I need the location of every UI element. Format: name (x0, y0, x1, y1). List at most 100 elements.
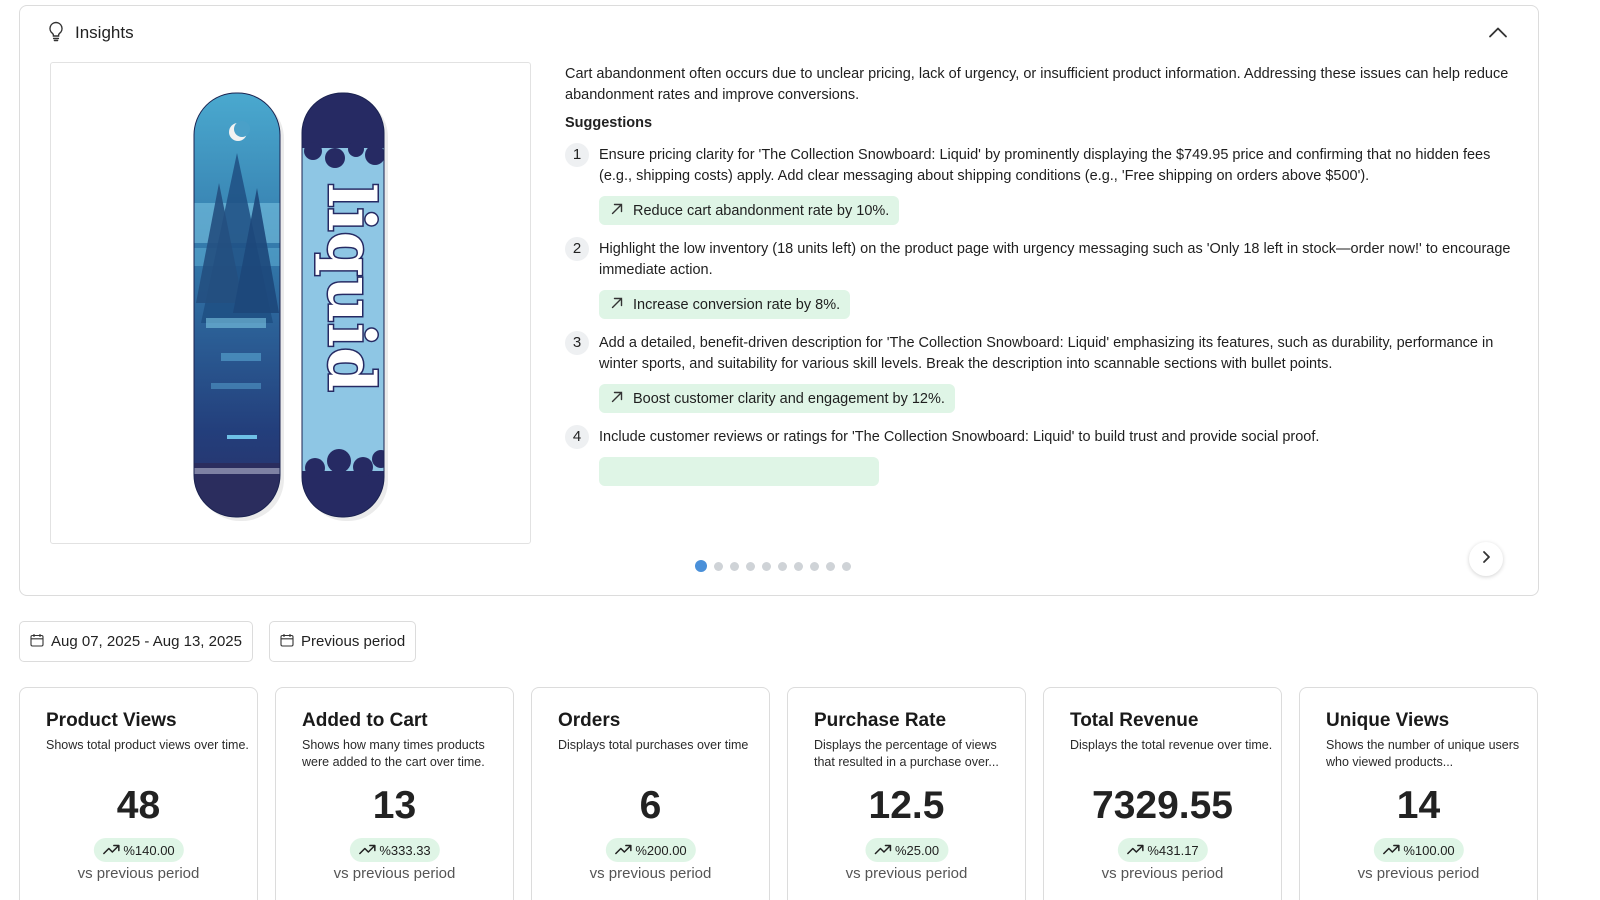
metric-value: 13 (372, 784, 417, 827)
date-range-picker[interactable]: Aug 07, 2025 - Aug 13, 2025 (19, 621, 253, 662)
insights-header: Insights (46, 20, 134, 47)
metric-card-orders: Orders Displays total purchases over tim… (531, 687, 770, 900)
suggestion-item: 2 Highlight the low inventory (18 units … (565, 237, 1520, 319)
metric-card-unique-views: Unique Views Shows the number of unique … (1299, 687, 1538, 900)
metric-title: Orders (558, 710, 621, 731)
metric-delta-badge: %100.00 (1373, 838, 1464, 862)
svg-text:liquid: liquid (313, 183, 388, 392)
calendar-icon (280, 633, 294, 651)
trending-up-icon (614, 843, 632, 858)
metric-title: Purchase Rate (814, 710, 947, 731)
product-image: liquid (50, 62, 531, 544)
suggestion-text: Add a detailed, benefit-driven descripti… (599, 335, 1494, 372)
impact-text: Increase conversion rate by 8%. (633, 296, 841, 313)
metric-delta-badge: %200.00 (605, 838, 696, 862)
metric-description: Displays the percentage of views that re… (814, 738, 999, 769)
next-slide-button[interactable] (1469, 542, 1503, 576)
metric-description: Shows the number of unique users who vie… (1326, 738, 1520, 769)
metric-comparison-label: vs previous period (589, 865, 712, 882)
compare-period-picker[interactable]: Previous period (269, 621, 417, 662)
metric-title: Total Revenue (1070, 710, 1199, 731)
metric-delta: %140.00 (123, 842, 175, 858)
metric-delta: %431.17 (1147, 842, 1199, 858)
impact-badge: Boost customer clarity and engagement by… (599, 384, 955, 413)
carousel-dot[interactable] (730, 561, 739, 571)
metric-card-total-revenue: Total Revenue Displays the total revenue… (1043, 687, 1282, 900)
lightbulb-icon (46, 20, 66, 47)
suggestion-text: Include customer reviews or ratings for … (599, 429, 1320, 445)
trending-up-icon (358, 843, 376, 858)
metric-card-product-views: Product Views Shows total product views … (19, 687, 258, 900)
metric-card-purchase-rate: Purchase Rate Displays the percentage of… (787, 687, 1026, 900)
metric-delta-badge: %431.17 (1117, 838, 1208, 862)
metric-delta-badge: %333.33 (349, 838, 440, 862)
carousel-dot[interactable] (810, 561, 819, 571)
metric-delta-badge: %25.00 (864, 838, 949, 862)
metric-comparison-label: vs previous period (1357, 865, 1480, 882)
suggestion-number: 4 (565, 425, 589, 449)
metric-value: 48 (116, 784, 161, 827)
metric-delta: %200.00 (635, 842, 687, 858)
carousel-dot[interactable] (714, 561, 723, 571)
metric-description: Shows total product views over time. (46, 738, 249, 752)
trending-up-icon (1382, 843, 1400, 858)
metric-title: Unique Views (1326, 710, 1450, 731)
metric-card-added-to-cart: Added to Cart Shows how many times produ… (275, 687, 514, 900)
insights-panel: Insights liquid Cart abandonment often o… (19, 5, 1539, 596)
metric-value: 7329.55 (1092, 784, 1233, 827)
metric-title: Added to Cart (302, 710, 428, 731)
carousel-dot[interactable] (826, 561, 835, 571)
metric-comparison-label: vs previous period (77, 865, 200, 882)
carousel-dot[interactable] (778, 561, 787, 571)
metric-description: Shows how many times products were added… (302, 738, 485, 769)
arrow-up-right-icon (609, 389, 625, 409)
insight-summary: Cart abandonment often occurs due to unc… (565, 66, 1509, 103)
metric-delta: %100.00 (1403, 842, 1455, 858)
chevron-right-icon (1478, 549, 1494, 570)
metric-description: Displays total purchases over time (558, 738, 749, 752)
metric-delta-badge: %140.00 (93, 838, 184, 862)
trending-up-icon (874, 843, 892, 858)
metric-value: 14 (1396, 784, 1441, 827)
insights-title: Insights (75, 23, 134, 42)
calendar-icon (30, 633, 44, 651)
suggestion-item: 3 Add a detailed, benefit-driven descrip… (565, 331, 1520, 413)
carousel-dot[interactable] (762, 561, 771, 571)
trending-up-icon (102, 843, 120, 858)
chevron-up-icon (1486, 27, 1510, 49)
suggestion-text: Ensure pricing clarity for 'The Collecti… (599, 147, 1491, 184)
collapse-button[interactable] (1486, 21, 1510, 45)
impact-badge: Reduce cart abandonment rate by 10%. (599, 196, 900, 225)
metric-delta: %333.33 (379, 842, 431, 858)
carousel-dot[interactable] (695, 560, 707, 572)
insights-content: Cart abandonment often occurs due to unc… (565, 62, 1520, 524)
compare-period-label: Previous period (301, 633, 406, 650)
suggestions-heading: Suggestions (565, 115, 653, 131)
metric-description: Displays the total revenue over time. (1070, 738, 1273, 752)
metric-delta: %25.00 (894, 842, 940, 858)
impact-text: Boost customer clarity and engagement by… (633, 390, 945, 407)
metric-value: 6 (639, 784, 662, 827)
date-range-label: Aug 07, 2025 - Aug 13, 2025 (51, 633, 242, 650)
metric-value: 12.5 (868, 784, 945, 827)
suggestion-number: 2 (565, 237, 589, 261)
impact-badge: Increase conversion rate by 8%. (599, 290, 851, 319)
trending-up-icon (1126, 843, 1144, 858)
impact-text: Reduce cart abandonment rate by 10%. (633, 202, 890, 219)
suggestion-item: 4 Include customer reviews or ratings fo… (565, 425, 1520, 491)
metric-comparison-label: vs previous period (1101, 865, 1224, 882)
suggestion-text: Highlight the low inventory (18 units le… (599, 241, 1511, 278)
metric-title: Product Views (46, 710, 177, 731)
metric-comparison-label: vs previous period (845, 865, 968, 882)
carousel-dot[interactable] (746, 561, 755, 571)
carousel-dot[interactable] (794, 561, 803, 571)
carousel-dots (695, 560, 851, 572)
arrow-up-right-icon (609, 201, 625, 221)
suggestion-item: 1 Ensure pricing clarity for 'The Collec… (565, 143, 1520, 225)
suggestion-number: 1 (565, 143, 589, 167)
carousel-dot[interactable] (842, 561, 851, 571)
metric-comparison-label: vs previous period (333, 865, 456, 882)
impact-badge (599, 457, 879, 486)
suggestion-number: 3 (565, 331, 589, 355)
arrow-up-right-icon (609, 295, 625, 315)
